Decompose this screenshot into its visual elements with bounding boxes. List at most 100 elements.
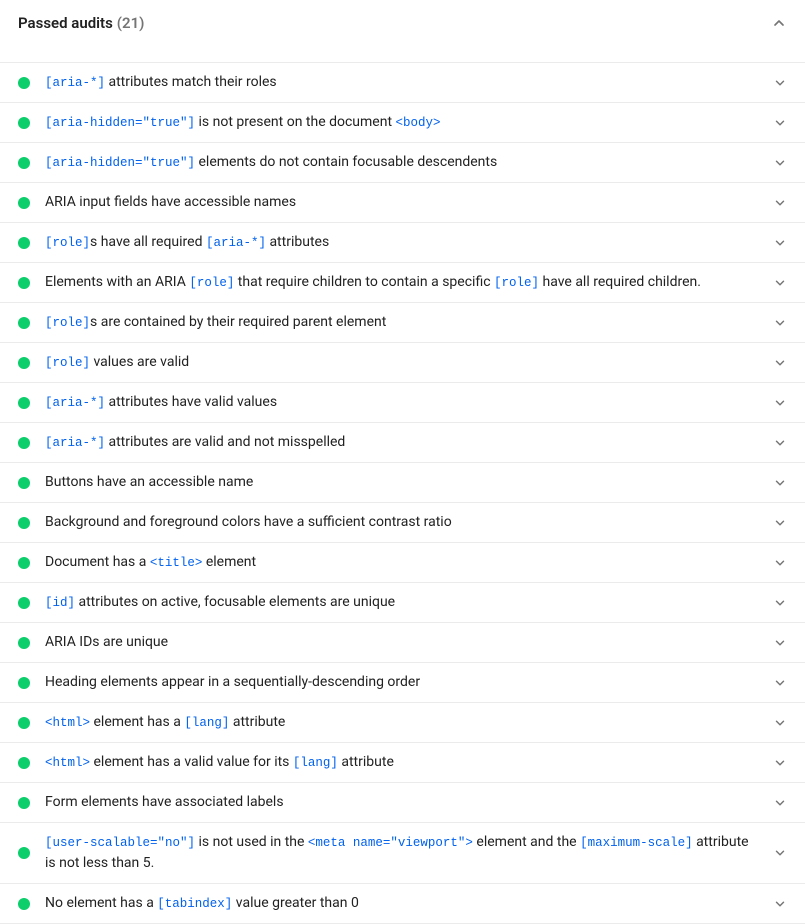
chevron-down-icon (773, 846, 787, 860)
pass-dot-icon (18, 117, 30, 129)
pass-dot-icon (18, 237, 30, 249)
code-token: [lang] (293, 756, 338, 770)
audit-row[interactable]: [aria-*] attributes match their roles (0, 62, 805, 103)
code-token: [role] (45, 356, 90, 370)
code-token: [role] (45, 316, 90, 330)
pass-dot-icon (18, 757, 30, 769)
code-token: <title> (150, 556, 203, 570)
pass-dot-icon (18, 847, 30, 859)
chevron-down-icon (773, 636, 787, 650)
chevron-down-icon (773, 516, 787, 530)
pass-dot-icon (18, 517, 30, 529)
chevron-up-icon (771, 15, 787, 31)
audit-row[interactable]: [user-scalable="no"] is not used in the … (0, 823, 805, 884)
section-count: (21) (117, 14, 145, 32)
code-token: [aria-hidden="true"] (45, 116, 195, 130)
audit-row[interactable]: [role]s have all required [aria-*] attri… (0, 223, 805, 263)
audit-title: ARIA IDs are unique (45, 632, 761, 653)
chevron-down-icon (773, 716, 787, 730)
code-token: [aria-hidden="true"] (45, 156, 195, 170)
pass-dot-icon (18, 397, 30, 409)
code-token: [role] (189, 276, 234, 290)
audit-title: [aria-hidden="true"] is not present on t… (45, 112, 761, 133)
chevron-down-icon (773, 116, 787, 130)
chevron-down-icon (773, 676, 787, 690)
code-token: [aria-*] (45, 396, 105, 410)
chevron-down-icon (773, 436, 787, 450)
audit-title: [aria-hidden="true"] elements do not con… (45, 152, 761, 173)
code-token: [maximum-scale] (580, 836, 693, 850)
code-token: <html> (45, 756, 90, 770)
chevron-down-icon (773, 156, 787, 170)
audit-row[interactable]: [aria-hidden="true"] is not present on t… (0, 103, 805, 143)
chevron-down-icon (773, 796, 787, 810)
audit-row[interactable]: Background and foreground colors have a … (0, 503, 805, 543)
chevron-down-icon (773, 596, 787, 610)
audit-row[interactable]: Heading elements appear in a sequentiall… (0, 663, 805, 703)
chevron-down-icon (773, 756, 787, 770)
chevron-down-icon (773, 556, 787, 570)
code-token: [tabindex] (157, 897, 232, 911)
audit-title: [role] values are valid (45, 352, 761, 373)
chevron-down-icon (773, 476, 787, 490)
audit-row[interactable]: [role]s are contained by their required … (0, 303, 805, 343)
pass-dot-icon (18, 437, 30, 449)
audit-title: Background and foreground colors have a … (45, 512, 761, 533)
pass-dot-icon (18, 557, 30, 569)
pass-dot-icon (18, 77, 30, 89)
audit-title: Form elements have associated labels (45, 792, 761, 813)
audit-row[interactable]: Buttons have an accessible name (0, 463, 805, 503)
code-token: [role] (494, 276, 539, 290)
audit-title: [aria-*] attributes are valid and not mi… (45, 432, 761, 453)
passed-audits-header[interactable]: Passed audits (21) (0, 0, 805, 46)
audit-row[interactable]: Document has a <title> element (0, 543, 805, 583)
pass-dot-icon (18, 898, 30, 910)
audit-title: <html> element has a valid value for its… (45, 752, 761, 773)
audit-list: [aria-*] attributes match their roles[ar… (0, 62, 805, 924)
audit-title: [role]s have all required [aria-*] attri… (45, 232, 761, 253)
audit-title: [id] attributes on active, focusable ele… (45, 592, 761, 613)
chevron-down-icon (773, 236, 787, 250)
code-token: [aria-*] (206, 236, 266, 250)
code-token: [user-scalable="no"] (45, 836, 195, 850)
audit-title: Elements with an ARIA [role] that requir… (45, 272, 761, 293)
pass-dot-icon (18, 317, 30, 329)
code-token: [lang] (184, 716, 229, 730)
audit-title: <html> element has a [lang] attribute (45, 712, 761, 733)
audit-row[interactable]: No element has a [tabindex] value greate… (0, 884, 805, 924)
audit-row[interactable]: ARIA input fields have accessible names (0, 183, 805, 223)
chevron-down-icon (773, 316, 787, 330)
audit-title: Document has a <title> element (45, 552, 761, 573)
audit-title: [aria-*] attributes have valid values (45, 392, 761, 413)
audit-title: [role]s are contained by their required … (45, 312, 761, 333)
audit-row[interactable]: Form elements have associated labels (0, 783, 805, 823)
code-token: [role] (45, 236, 90, 250)
code-token: [aria-*] (45, 76, 105, 90)
audit-row[interactable]: [id] attributes on active, focusable ele… (0, 583, 805, 623)
code-token: <html> (45, 716, 90, 730)
chevron-down-icon (773, 356, 787, 370)
audit-row[interactable]: <html> element has a [lang] attribute (0, 703, 805, 743)
audit-title: ARIA input fields have accessible names (45, 192, 761, 213)
pass-dot-icon (18, 717, 30, 729)
audit-row[interactable]: [aria-*] attributes have valid values (0, 383, 805, 423)
chevron-down-icon (773, 196, 787, 210)
audit-title: No element has a [tabindex] value greate… (45, 893, 761, 914)
pass-dot-icon (18, 157, 30, 169)
audit-title: Buttons have an accessible name (45, 472, 761, 493)
code-token: <meta name="viewport"> (308, 836, 473, 850)
audit-row[interactable]: [aria-hidden="true"] elements do not con… (0, 143, 805, 183)
audit-title: [aria-*] attributes match their roles (45, 72, 761, 93)
audit-row[interactable]: Elements with an ARIA [role] that requir… (0, 263, 805, 303)
chevron-down-icon (773, 276, 787, 290)
audit-row[interactable]: ARIA IDs are unique (0, 623, 805, 663)
audit-row[interactable]: <html> element has a valid value for its… (0, 743, 805, 783)
code-token: [id] (45, 596, 75, 610)
code-token: <body> (396, 116, 441, 130)
audit-title: [user-scalable="no"] is not used in the … (45, 832, 761, 874)
chevron-down-icon (773, 897, 787, 911)
audit-row[interactable]: [aria-*] attributes are valid and not mi… (0, 423, 805, 463)
code-token: [aria-*] (45, 436, 105, 450)
audit-row[interactable]: [role] values are valid (0, 343, 805, 383)
pass-dot-icon (18, 277, 30, 289)
